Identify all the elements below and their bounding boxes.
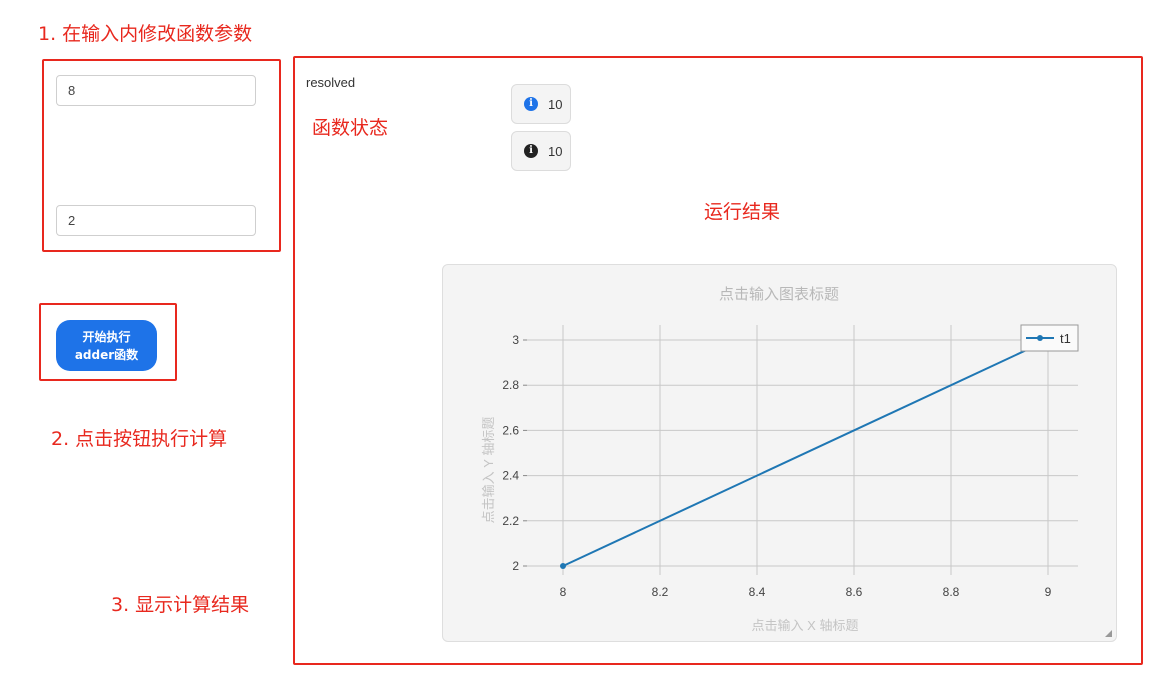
series-line-t1: [562, 339, 1049, 567]
step2-annotation: 2. 点击按钮执行计算: [51, 428, 228, 450]
x-tick-label: 8: [560, 585, 567, 599]
step1-annotation: 1. 在输入内修改函数参数: [38, 23, 253, 45]
data-point: [560, 563, 566, 569]
y-tick-label: 2.8: [502, 378, 519, 392]
run-adder-button[interactable]: 开始执行 adder函数: [56, 320, 157, 371]
info-circle-dark-icon: i: [524, 144, 538, 158]
x-tick-label: 8.8: [943, 585, 960, 599]
y-tick-label: 2: [512, 559, 519, 573]
param-b-input[interactable]: [56, 205, 256, 236]
step3-annotation: 3. 显示计算结果: [111, 594, 250, 616]
line-chart[interactable]: 点击输入图表标题 2 2.2 2.4 2.6 2.8 3 8 8.2 8.4 8.6 8.8 9 点…: [443, 265, 1116, 641]
status-annotation: 函数状态: [312, 117, 389, 139]
y-tick-label: 2.2: [502, 514, 519, 528]
y-tick-label: 2.6: [502, 423, 519, 437]
x-axis-title[interactable]: 点击输入 X 轴标题: [752, 618, 859, 633]
y-tick-label: 2.4: [502, 469, 519, 483]
y-axis-title[interactable]: 点击输入 Y 轴标题: [481, 417, 496, 524]
run-button-line2: adder函数: [74, 347, 139, 362]
chart-legend[interactable]: t1: [1020, 324, 1079, 352]
result-value-1: 10: [548, 97, 563, 112]
x-tick-label: 8.6: [846, 585, 863, 599]
result-annotation: 运行结果: [704, 201, 781, 223]
legend-label-t1: t1: [1060, 331, 1071, 346]
chart-panel: 点击输入图表标题 2 2.2 2.4 2.6 2.8 3 8 8.2 8.4 8.6 8.8 9 点…: [442, 264, 1117, 642]
result-badge-1: i 10: [511, 84, 571, 124]
function-status-text: resolved: [306, 75, 356, 90]
info-circle-blue-icon: i: [524, 97, 538, 111]
x-tick-label: 8.2: [652, 585, 669, 599]
resize-handle-icon[interactable]: [1105, 630, 1112, 637]
result-value-2: 10: [548, 144, 563, 159]
x-tick-label: 9: [1045, 585, 1052, 599]
param-a-input[interactable]: [56, 75, 256, 106]
result-badge-2: i 10: [511, 131, 571, 171]
chart-title[interactable]: 点击输入图表标题: [719, 286, 839, 303]
run-button-line1: 开始执行: [82, 329, 131, 344]
y-tick-label: 3: [512, 333, 519, 347]
x-tick-label: 8.4: [749, 585, 766, 599]
legend-marker: [1037, 335, 1043, 341]
